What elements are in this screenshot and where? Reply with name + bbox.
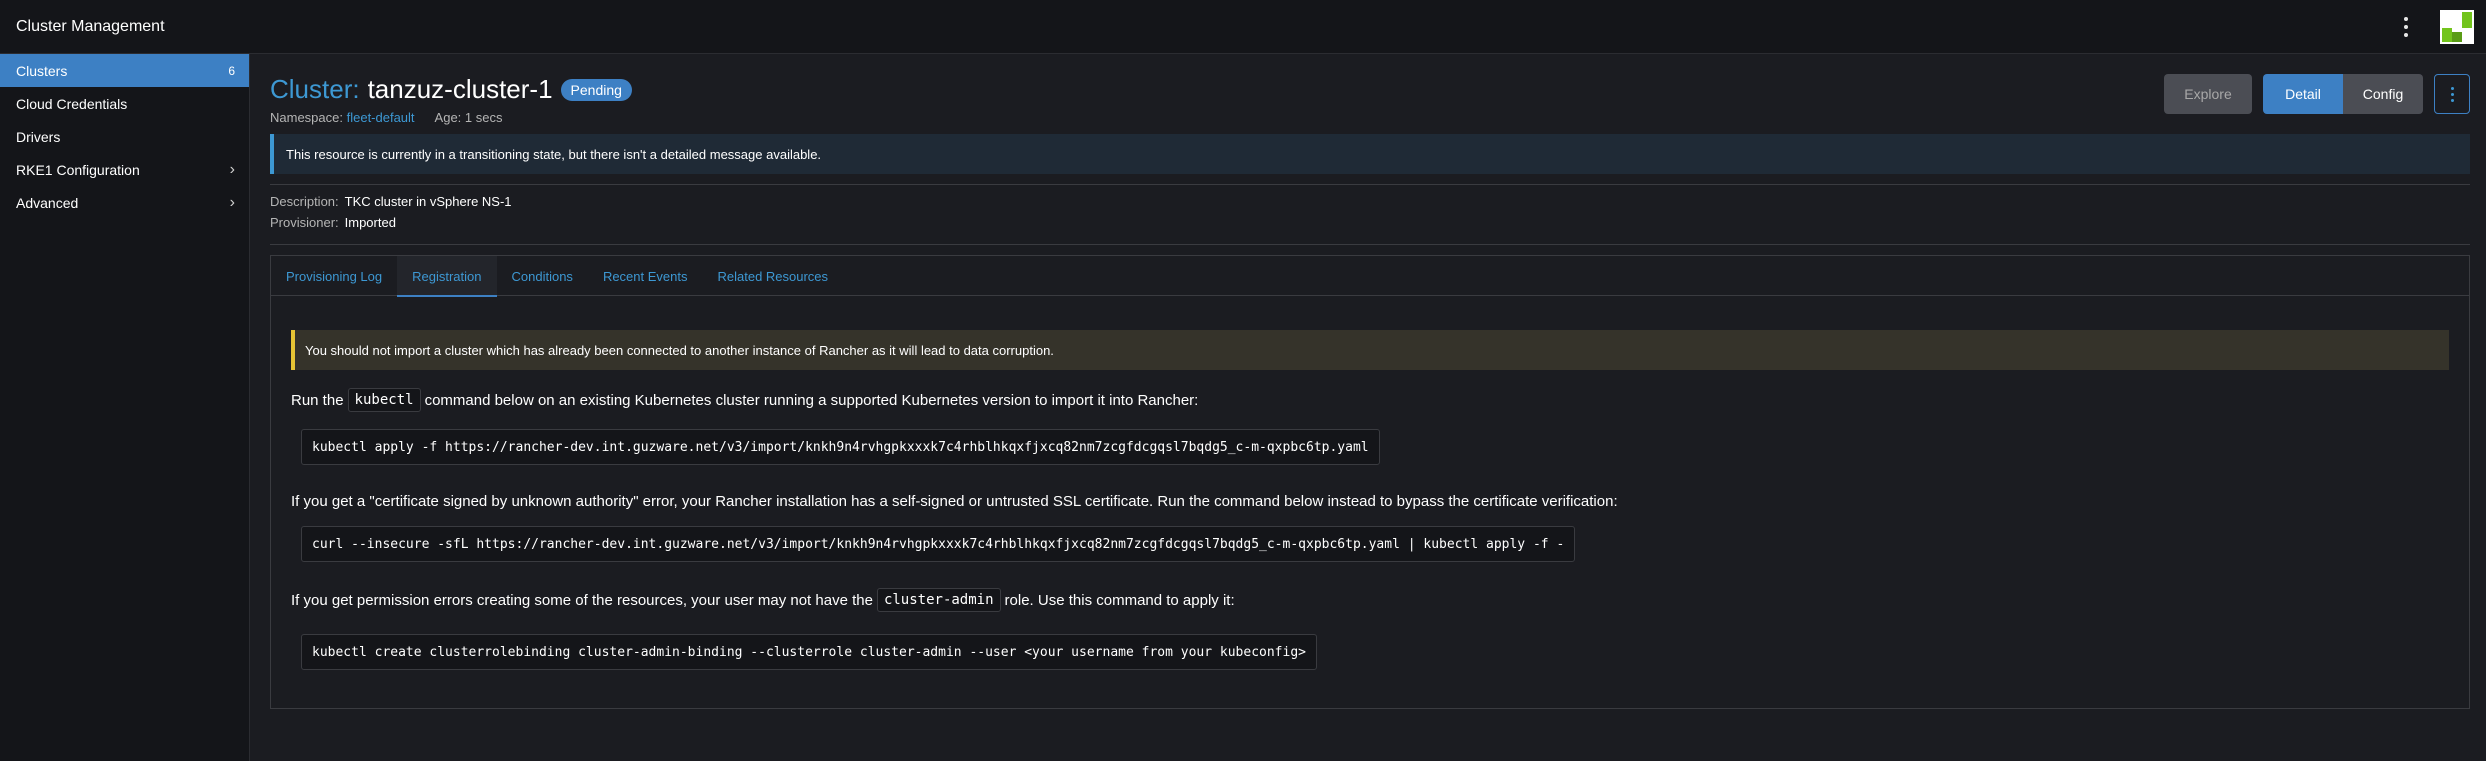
explore-button[interactable]: Explore bbox=[2164, 74, 2252, 114]
clusters-count-badge: 6 bbox=[228, 63, 235, 78]
resource-details: Description: TKC cluster in vSphere NS-1… bbox=[270, 194, 512, 236]
tab-recent-events[interactable]: Recent Events bbox=[588, 256, 703, 296]
more-menu-icon[interactable] bbox=[2396, 12, 2416, 42]
tab-registration[interactable]: Registration bbox=[397, 256, 497, 297]
description-label: Description: bbox=[270, 194, 339, 209]
sidebar-item-rke1-configuration[interactable]: RKE1 Configuration › bbox=[0, 153, 249, 186]
tab-bar: Provisioning Log Registration Conditions… bbox=[271, 256, 2469, 297]
certificate-instructions: If you get a "certificate signed by unkn… bbox=[291, 492, 1618, 510]
clusterrolebinding-command[interactable]: kubectl create clusterrolebinding cluste… bbox=[301, 634, 1317, 670]
sidebar: Clusters 6 Cloud Credentials Drivers RKE… bbox=[0, 54, 250, 761]
sidebar-item-label: Clusters bbox=[16, 62, 68, 79]
tab-provisioning-log[interactable]: Provisioning Log bbox=[271, 256, 397, 296]
run-suffix: command below on an existing Kubernetes … bbox=[424, 391, 1199, 409]
actions-menu-button[interactable] bbox=[2434, 74, 2470, 114]
namespace-info: Namespace: fleet-default bbox=[270, 110, 415, 125]
divider bbox=[270, 184, 2470, 185]
app-title: Cluster Management bbox=[16, 17, 165, 35]
tab-related-resources[interactable]: Related Resources bbox=[702, 256, 843, 296]
sidebar-item-advanced[interactable]: Advanced › bbox=[0, 186, 249, 219]
age-info: Age: 1 secs bbox=[434, 110, 503, 125]
chevron-right-icon: › bbox=[229, 193, 235, 211]
title-prefix: Cluster: bbox=[270, 74, 360, 104]
kubectl-apply-command[interactable]: kubectl apply -f https://rancher-dev.int… bbox=[301, 429, 1380, 465]
tab-conditions[interactable]: Conditions bbox=[497, 256, 588, 296]
user-avatar[interactable] bbox=[2440, 10, 2474, 44]
provisioner-label: Provisioner: bbox=[270, 215, 339, 230]
page-title: Cluster: tanzuz-cluster-1 Pending bbox=[270, 74, 632, 105]
namespace-label: Namespace: bbox=[270, 110, 343, 125]
data-corruption-warning: You should not import a cluster which ha… bbox=[291, 330, 2449, 370]
provisioner-value: Imported bbox=[344, 215, 396, 230]
namespace-link[interactable]: fleet-default bbox=[347, 110, 415, 125]
sidebar-item-clusters[interactable]: Clusters 6 bbox=[0, 54, 249, 87]
perm-suffix: role. Use this command to apply it: bbox=[1004, 591, 1235, 609]
provisioner-row: Provisioner: Imported bbox=[270, 215, 512, 236]
kubectl-inline-code: kubectl bbox=[347, 388, 421, 412]
config-button[interactable]: Config bbox=[2343, 74, 2423, 114]
run-prefix: Run the bbox=[291, 391, 344, 409]
run-instructions: Run the kubectl command below on an exis… bbox=[291, 388, 1198, 412]
tab-panel: Provisioning Log Registration Conditions… bbox=[270, 255, 2470, 709]
divider bbox=[270, 244, 2470, 245]
sidebar-item-label: RKE1 Configuration bbox=[16, 161, 140, 178]
cluster-admin-inline-code: cluster-admin bbox=[876, 588, 1001, 612]
sidebar-item-cloud-credentials[interactable]: Cloud Credentials bbox=[0, 87, 249, 120]
description-row: Description: TKC cluster in vSphere NS-1 bbox=[270, 194, 512, 215]
cluster-name: tanzuz-cluster-1 bbox=[367, 74, 553, 104]
description-value: TKC cluster in vSphere NS-1 bbox=[344, 194, 512, 209]
permission-instructions: If you get permission errors creating so… bbox=[291, 588, 1235, 612]
curl-insecure-command[interactable]: curl --insecure -sfL https://rancher-dev… bbox=[301, 526, 1576, 562]
sidebar-item-label: Drivers bbox=[16, 128, 61, 145]
sidebar-item-label: Cloud Credentials bbox=[16, 95, 128, 112]
sidebar-item-drivers[interactable]: Drivers bbox=[0, 120, 249, 153]
transition-banner: This resource is currently in a transiti… bbox=[270, 134, 2470, 174]
top-header: Cluster Management bbox=[0, 0, 2486, 54]
chevron-right-icon: › bbox=[229, 160, 235, 178]
perm-prefix: If you get permission errors creating so… bbox=[291, 591, 873, 609]
detail-button[interactable]: Detail bbox=[2263, 74, 2343, 114]
resource-meta: Namespace: fleet-default Age: 1 secs bbox=[270, 110, 502, 125]
status-badge: Pending bbox=[560, 78, 632, 101]
sidebar-item-label: Advanced bbox=[16, 194, 79, 211]
